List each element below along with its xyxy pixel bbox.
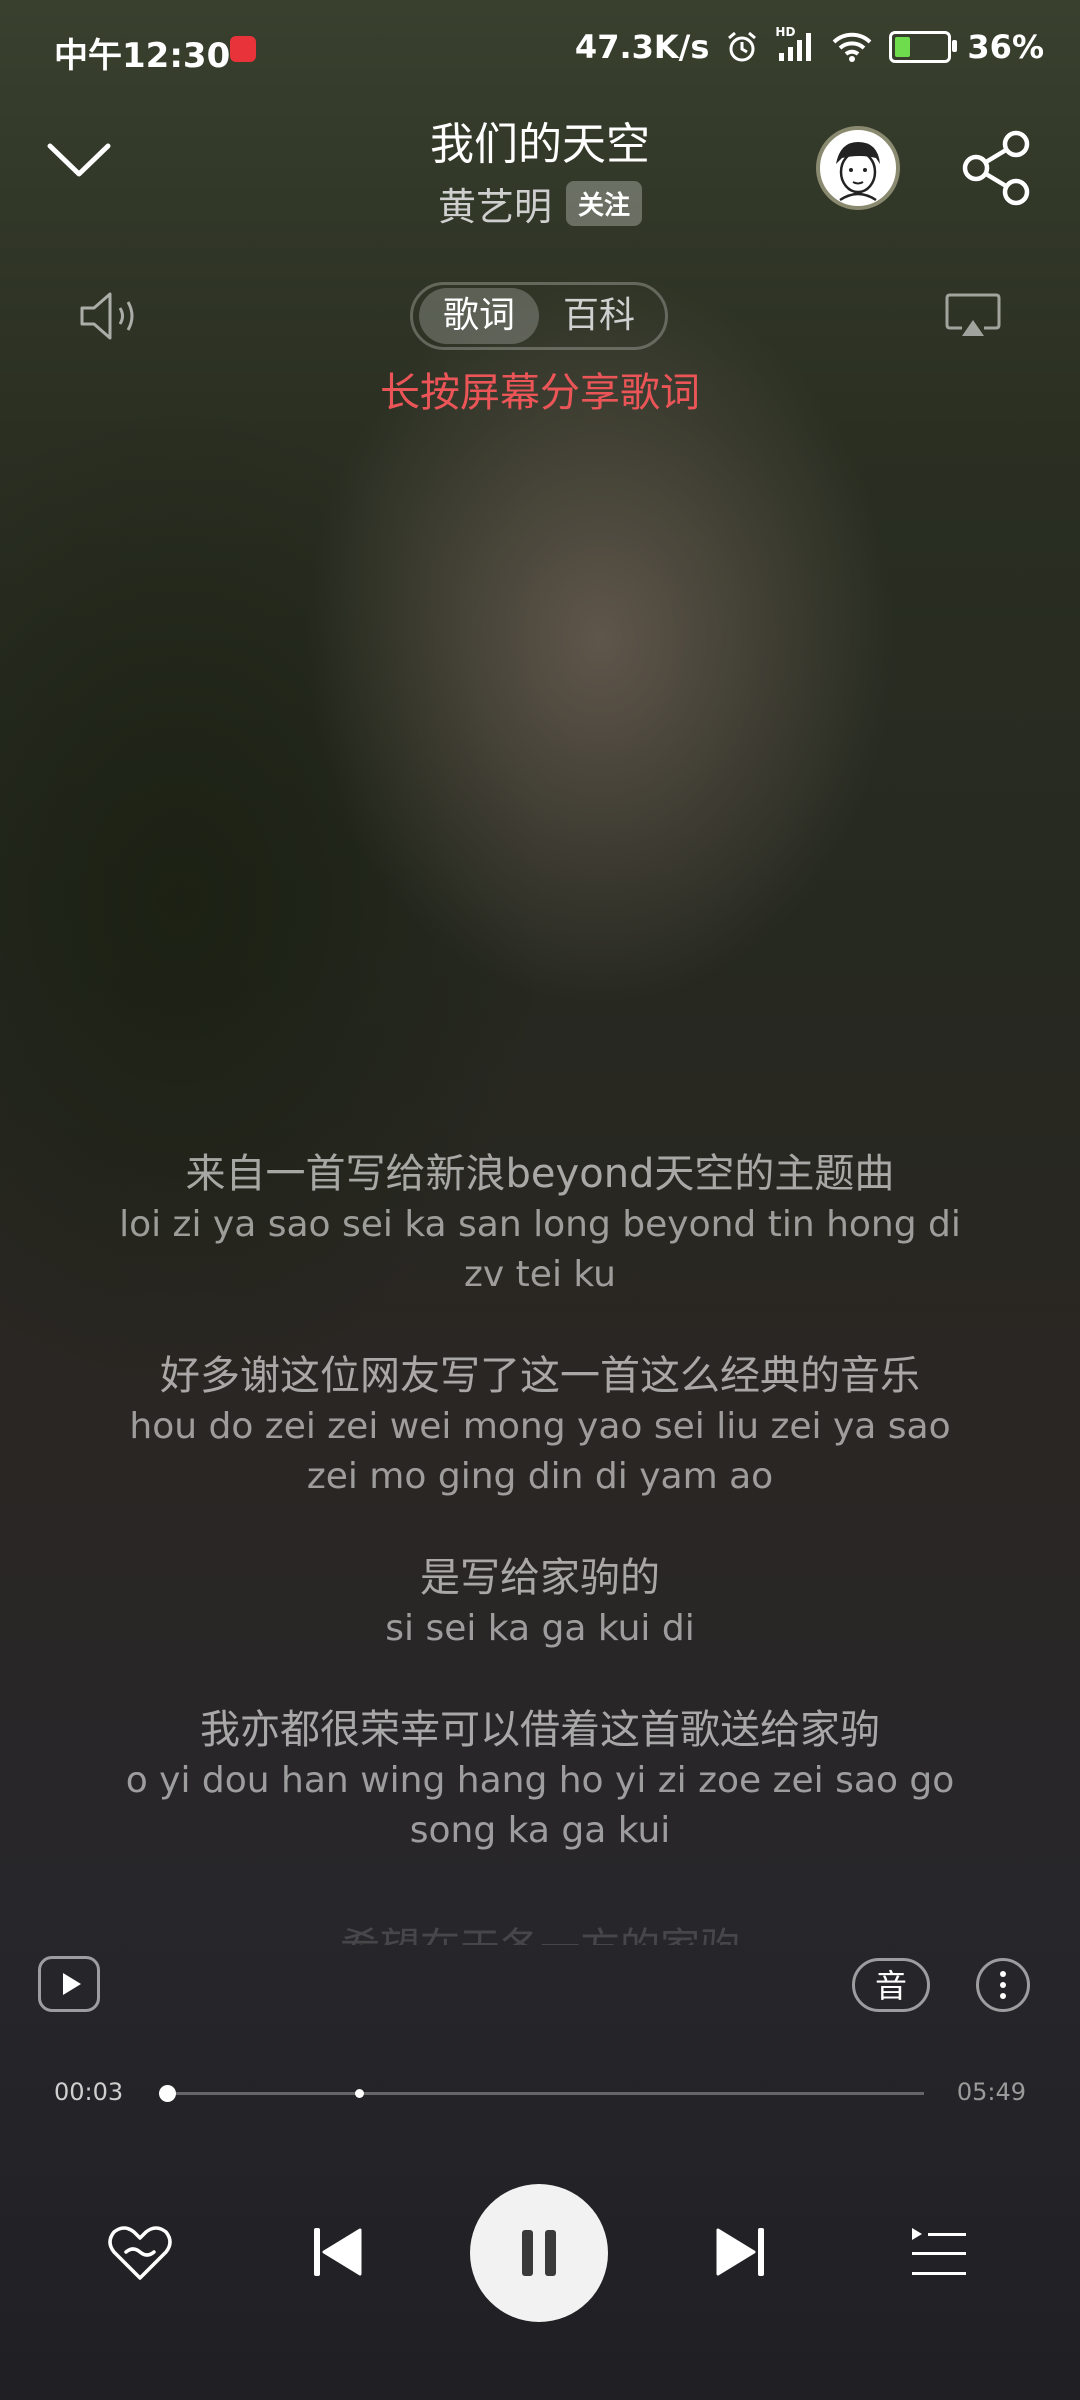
lyrics-list[interactable]: 来自一首写给新浪beyond天空的主题曲 loi zi ya sao sei k… — [100, 1148, 980, 1906]
current-time: 00:03 — [54, 2078, 124, 2106]
artist-avatar[interactable] — [816, 126, 900, 210]
lyric-chinese: 来自一首写给新浪beyond天空的主题曲 — [185, 1151, 895, 1197]
more-dot — [1000, 1982, 1006, 1988]
alarm-icon — [728, 31, 757, 62]
battery-icon — [889, 31, 958, 63]
pause-bar — [545, 2230, 556, 2276]
lyric-line[interactable]: 来自一首写给新浪beyond天空的主题曲 loi zi ya sao sei k… — [100, 1148, 980, 1300]
share-lyrics-hint: 长按屏幕分享歌词 — [380, 370, 700, 416]
follow-button[interactable]: 关注 — [566, 181, 643, 226]
lyric-chinese: 我亦都很荣幸可以借着这首歌送给家驹 — [200, 1707, 880, 1753]
signal-group: HD — [775, 25, 815, 63]
tab-wiki[interactable]: 百科 — [539, 288, 659, 344]
hd-label: HD — [775, 25, 796, 39]
heart-icon[interactable] — [106, 2222, 174, 2284]
song-title: 我们的天空 — [430, 119, 650, 170]
lyric-romanization: o yi dou han wing hang ho yi zi zoe zei … — [125, 1760, 955, 1851]
previous-icon[interactable] — [310, 2224, 366, 2280]
share-icon[interactable] — [958, 128, 1038, 208]
lyric-line[interactable]: 我亦都很荣幸可以借着这首歌送给家驹 o yi dou han wing hang… — [100, 1704, 980, 1856]
more-icon[interactable] — [976, 1958, 1030, 2012]
total-time: 05:49 — [956, 2078, 1026, 2106]
battery-level-fill — [895, 37, 910, 57]
netease-notification-icon — [230, 36, 256, 62]
lyric-romanization: si sei ka ga kui di — [385, 1608, 695, 1649]
artist-row: 黄艺明 关注 — [0, 176, 1080, 231]
pause-icon[interactable] — [470, 2184, 608, 2322]
progress-slider[interactable] — [158, 2085, 924, 2102]
lyric-romanization: loi zi ya sao sei ka san long beyond tin… — [119, 1204, 961, 1295]
buffer-marker — [354, 2089, 364, 2098]
lyric-line-faded: 希望在天各一方的家驹 — [0, 1915, 1080, 1945]
lyric-romanization: hou do zei zei wei mong yao sei liu zei … — [129, 1406, 951, 1497]
sound-effect-button[interactable]: 音 — [852, 1958, 930, 2012]
more-dot — [1000, 1993, 1006, 1999]
wifi-icon — [833, 32, 872, 62]
lyrics-wiki-tabs: 歌词 百科 — [410, 282, 668, 350]
pause-bar — [522, 2230, 533, 2276]
battery-percent: 36% — [967, 28, 1044, 66]
cast-icon[interactable] — [944, 292, 1002, 340]
lyric-chinese: 好多谢这位网友写了这一首这么经典的音乐 — [160, 1353, 920, 1399]
progress-knob[interactable] — [158, 2085, 176, 2102]
volume-icon[interactable] — [78, 286, 142, 346]
network-speed: 47.3K/s — [574, 28, 710, 66]
lyric-line[interactable]: 好多谢这位网友写了这一首这么经典的音乐 hou do zei zei wei m… — [100, 1350, 980, 1502]
status-time: 中午12:30 — [54, 36, 231, 76]
avatar-face-icon — [836, 142, 880, 202]
status-indicators: 47.3K/s HD 36% — [574, 25, 1044, 66]
more-dot — [1000, 1971, 1006, 1977]
mv-play-icon[interactable] — [38, 1956, 100, 2012]
playlist-icon[interactable] — [908, 2224, 968, 2280]
lyric-line[interactable]: 是写给家驹的 si sei ka ga kui di — [100, 1552, 980, 1654]
next-icon[interactable] — [712, 2224, 768, 2280]
lyric-chinese: 是写给家驹的 — [420, 1555, 660, 1601]
artist-name[interactable]: 黄艺明 — [438, 176, 552, 231]
tab-lyrics[interactable]: 歌词 — [419, 288, 539, 344]
